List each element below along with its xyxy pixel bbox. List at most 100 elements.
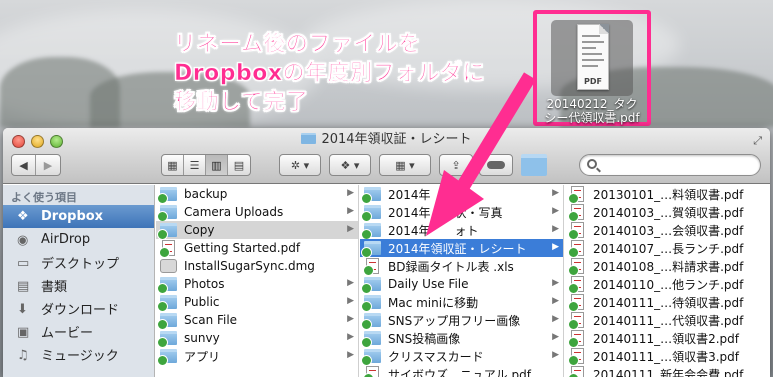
folder-icon	[157, 295, 177, 312]
sidebar-item-desktop[interactable]: ▭ デスクトップ	[3, 251, 154, 274]
folder-row[interactable]: Scan File ▶	[156, 311, 358, 330]
file-row[interactable]: 20140111_新年会会費.pdf	[565, 365, 770, 377]
caption-line: Dropboxの年度別フォルダに	[174, 61, 486, 87]
share-button[interactable]: ⇪	[439, 154, 473, 176]
share-icon: ⇪	[451, 158, 461, 172]
folder-icon	[157, 349, 177, 366]
search-icon	[587, 159, 597, 169]
file-row[interactable]: 20140103_…会領収書.pdf	[565, 221, 770, 240]
browser-column-3: 20130101_…料領収書.pdf 20140103_…賀領収書.pdf 2014…	[565, 185, 770, 377]
folder-row[interactable]: Public ▶	[156, 293, 358, 312]
sidebar-item-label: ダウンロード	[41, 303, 120, 318]
file-row[interactable]: 20140111_…領収書3.pdf	[565, 347, 770, 366]
folder-row[interactable]: 2014年領収証・レシート ▶	[360, 239, 563, 258]
dropbox-menu-button[interactable]: ❖ ▾	[329, 154, 371, 176]
document-icon	[568, 276, 584, 294]
fullscreen-icon[interactable]: ⤢	[753, 134, 762, 148]
action-button[interactable]: ✲ ▾	[279, 154, 321, 176]
sidebar-header: よく使う項目	[11, 191, 77, 204]
downloads-icon: ⬇	[17, 301, 28, 317]
item-label: 20140103_…会領収書.pdf	[593, 223, 744, 238]
item-label: BD録画タイトル表 .xls	[388, 259, 514, 274]
file-row[interactable]: InstallSugarSync.dmg	[156, 257, 358, 275]
file-row[interactable]: サイボウズ…ニュアル.pdf	[360, 365, 563, 377]
chevron-left-icon[interactable]: ◀	[12, 155, 36, 175]
browser-column-2: 2014年 ▶ 2014年 状・写真 ▶ 2014年 ォト ▶ 2014年領収証・レシート ▶…	[360, 185, 564, 377]
folder-row[interactable]: 2014年 状・写真 ▶	[360, 203, 563, 222]
folder-row[interactable]: sunvy ▶	[156, 329, 358, 348]
folder-row[interactable]: アプリ ▶	[156, 347, 358, 366]
nav-buttons: ◀ ▶	[11, 154, 61, 176]
icon-view-icon[interactable]: ▦	[162, 155, 184, 175]
item-label: SNS投稿画像	[388, 331, 461, 346]
folder-row[interactable]: 2014年 ォト ▶	[360, 221, 563, 240]
disclosure-arrow-icon: ▶	[552, 296, 559, 306]
item-label: 2014年	[388, 187, 431, 202]
file-row[interactable]: 20140111_…領収書2.pdf	[565, 329, 770, 348]
item-label: 20140108_…料請求書.pdf	[593, 259, 744, 274]
arrange-button[interactable]: ▦ ▾	[379, 154, 431, 176]
file-row[interactable]: 20140111_…待領収書.pdf	[565, 293, 770, 312]
disclosure-arrow-icon: ▶	[347, 296, 354, 306]
column-view-icon[interactable]: ▥	[206, 155, 228, 175]
desktop-pdf-file[interactable]: PDF 20140212_タク シー代領収書.pdf	[533, 10, 651, 126]
file-row[interactable]: 20140110_…他ランチ.pdf	[565, 275, 770, 294]
folder-row[interactable]: Copy ▶	[156, 221, 358, 240]
item-label: 20140111_…待領収書.pdf	[593, 295, 744, 310]
coverflow-view-icon[interactable]: ▤	[228, 155, 250, 175]
document-icon	[363, 366, 379, 377]
sidebar-item-documents[interactable]: ▤ 書類	[3, 274, 154, 297]
document-icon	[568, 294, 584, 312]
window-titlebar: 2014年領収証・レシート ⤢ ◀ ▶ ▦ ☰ ▥ ▤ ✲ ▾ ❖ ▾ ▦ ▾ …	[3, 128, 770, 184]
item-label: 20130101_…料領収書.pdf	[593, 187, 744, 202]
item-label: 20140110_…他ランチ.pdf	[593, 277, 744, 292]
file-row[interactable]: 20140103_…賀領収書.pdf	[565, 203, 770, 222]
tag-button[interactable]	[479, 154, 513, 176]
airdrop-icon: ◉	[17, 232, 29, 248]
folder-icon	[361, 223, 381, 240]
file-row[interactable]: 20130101_…料領収書.pdf	[565, 185, 770, 204]
search-field[interactable]	[579, 154, 761, 176]
item-label: backup	[184, 187, 228, 201]
sidebar-item-downloads[interactable]: ⬇ ダウンロード	[3, 297, 154, 320]
sidebar-item-airdrop[interactable]: ◉ AirDrop	[3, 228, 154, 251]
folder-row[interactable]: SNS投稿画像 ▶	[360, 329, 563, 348]
list-view-icon[interactable]: ☰	[184, 155, 206, 175]
folder-icon[interactable]	[521, 154, 547, 176]
folder-row[interactable]: 2014年 ▶	[360, 185, 563, 204]
item-label: サイボウズ…ニュアル.pdf	[388, 367, 531, 377]
file-row[interactable]: 20140111_…代領収書.pdf	[565, 311, 770, 330]
sidebar-item-music[interactable]: ♫ ミュージック	[3, 343, 154, 366]
file-row[interactable]: 20140108_…料請求書.pdf	[565, 257, 770, 276]
folder-row[interactable]: クリスマスカード ▶	[360, 347, 563, 366]
tag-icon	[487, 161, 505, 169]
file-row[interactable]: BD録画タイトル表 .xls	[360, 257, 563, 276]
file-name: 20140212_タク シー代領収書.pdf	[537, 97, 647, 125]
folder-row[interactable]: Camera Uploads ▶	[156, 203, 358, 222]
document-icon	[159, 240, 175, 258]
folder-icon	[157, 331, 177, 348]
item-label: sunvy	[184, 331, 220, 345]
caption-line: リネーム後のファイルを	[174, 32, 421, 58]
folder-row[interactable]: Daily Use File ▶	[360, 275, 563, 294]
folder-icon	[361, 313, 381, 330]
desktop-icon: ▭	[17, 255, 30, 271]
disclosure-arrow-icon: ▶	[552, 350, 559, 360]
file-row[interactable]: Getting Started.pdf	[156, 239, 358, 258]
folder-row[interactable]: Mac miniに移動 ▶	[360, 293, 563, 312]
folder-row[interactable]: SNSアップ用フリー画像 ▶	[360, 311, 563, 330]
folder-row[interactable]: backup ▶	[156, 185, 358, 204]
file-row[interactable]: 20140107_…長ランチ.pdf	[565, 239, 770, 258]
sidebar-item-dropbox[interactable]: ❖ Dropbox	[3, 205, 154, 228]
sidebar-item-movies[interactable]: ▣ ムービー	[3, 320, 154, 343]
browser-column-1: backup ▶ Camera Uploads ▶ Copy ▶ Getting Start…	[156, 185, 359, 377]
folder-icon	[301, 133, 317, 144]
sidebar-item-label: Dropbox	[41, 209, 104, 224]
chevron-right-icon[interactable]: ▶	[36, 155, 60, 175]
annotation-caption: リネーム後のファイルを Dropboxの年度別フォルダに 移動して完了	[174, 30, 485, 117]
disclosure-arrow-icon: ▶	[552, 278, 559, 288]
item-label: 2014年 ォト	[388, 223, 479, 238]
folder-icon	[157, 277, 177, 294]
folder-row[interactable]: Photos ▶	[156, 275, 358, 294]
sidebar-item-label: デスクトップ	[41, 257, 120, 272]
